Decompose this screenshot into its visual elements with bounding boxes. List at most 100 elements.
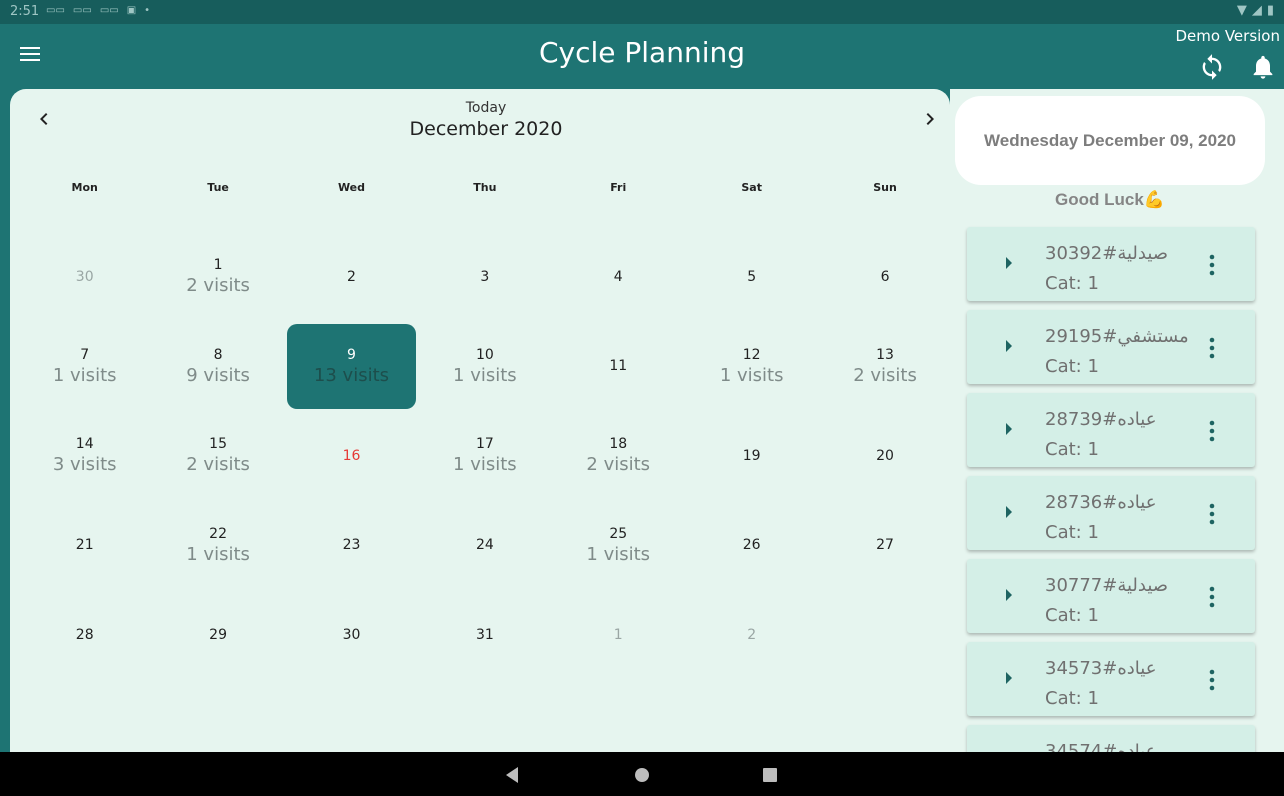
calendar-day-cell[interactable]: 18 2 visits	[554, 413, 683, 499]
day-number: 19	[742, 447, 761, 464]
visit-card[interactable]: عياده#28739 Cat: 1	[967, 393, 1255, 467]
day-number: 15	[209, 436, 227, 453]
calendar-day-cell[interactable]: 17 1 visits	[420, 413, 549, 499]
calendar-day-cell[interactable]: 30	[287, 592, 416, 678]
calendar-day-cell[interactable]: 12 visits	[153, 234, 282, 320]
visit-more-button[interactable]	[1200, 419, 1224, 443]
calendar-day-cell[interactable]: 2	[687, 592, 816, 678]
visit-list: صيدلية#30392 Cat: 1 مستشفي#29195 Cat: 1 عياد…	[967, 227, 1255, 752]
today-button[interactable]: Today	[10, 100, 950, 116]
back-button[interactable]	[500, 764, 524, 786]
play-visit-button[interactable]	[997, 666, 1021, 690]
calendar-day-cell[interactable]: 20	[820, 413, 949, 499]
page-title: Cycle Planning	[538, 36, 746, 69]
day-number: 6	[880, 268, 890, 285]
sync-button[interactable]	[1198, 53, 1226, 81]
visit-more-button[interactable]	[1200, 502, 1224, 526]
visit-more-button[interactable]	[1200, 253, 1224, 277]
more-vert-icon	[1209, 337, 1215, 359]
calendar-day-cell[interactable]: 24	[420, 503, 549, 589]
play-visit-button[interactable]	[997, 583, 1021, 607]
play-visit-button[interactable]	[997, 251, 1021, 275]
day-number: 10	[475, 346, 494, 363]
calendar-day-cell[interactable]: 4	[554, 234, 683, 320]
battery-icon: ▮	[1266, 3, 1274, 18]
calendar-day-cell[interactable]: 21	[20, 503, 149, 589]
calendar-day-cell[interactable]: 30	[20, 234, 149, 320]
status-bar: 2:51 ▭▭ ▭▭ ▭▭ ▣ • ▼ ◢ ▮	[0, 0, 1284, 24]
calendar-day-cell[interactable]: 16	[287, 413, 416, 499]
day-number: 22	[209, 525, 227, 542]
day-visit-count: 2 visits	[586, 454, 651, 476]
calendar-day-cell[interactable]: 14 3 visits	[20, 413, 149, 499]
calendar-day-cell[interactable]: 3	[420, 234, 549, 320]
chevron-right-icon	[926, 113, 934, 125]
play-visit-button[interactable]	[997, 334, 1021, 358]
weekday-label: Sun	[873, 181, 897, 194]
calendar-day-cell[interactable]: 29	[153, 592, 282, 678]
calendar-day-cell[interactable]: 10 1 visits	[420, 324, 549, 410]
visit-card[interactable]: مستشفي#29195 Cat: 1	[967, 310, 1255, 384]
visit-card[interactable]: صيدلية#30777 Cat: 1	[967, 559, 1255, 633]
calendar-day-cell[interactable]: 2	[287, 234, 416, 320]
visit-card[interactable]: صيدلية#30392 Cat: 1	[967, 227, 1255, 301]
notification-icon: ▭▭	[99, 5, 119, 16]
day-number: 30	[75, 268, 94, 285]
weekday-label: Sat	[741, 181, 762, 194]
play-visit-button[interactable]	[997, 500, 1021, 524]
next-month-button[interactable]	[918, 107, 942, 131]
visit-more-button[interactable]	[1200, 336, 1224, 360]
calendar-day-cell[interactable]: 71 visits	[20, 324, 149, 410]
system-nav-bar	[0, 752, 1284, 796]
weekday-header: Mon Tue Wed Thu Fri Sat Sun	[18, 181, 950, 194]
day-number: 4	[613, 268, 623, 285]
day-visit-count: 2 visits	[186, 275, 250, 297]
weekday-label: Fri	[610, 181, 627, 194]
calendar-day-cell[interactable]: 9 13 visits	[286, 323, 417, 409]
calendar-day-cell[interactable]: 11	[554, 324, 683, 410]
calendar-day-cell[interactable]: 12 1 visits	[687, 324, 816, 410]
calendar-day-cell[interactable]: 23	[287, 503, 416, 589]
home-button[interactable]	[630, 764, 654, 786]
play-arrow-icon	[1006, 340, 1012, 352]
play-arrow-icon	[1006, 423, 1012, 435]
calendar-day-cell[interactable]: 31	[420, 592, 549, 678]
visit-card[interactable]: عياده#34573 Cat: 1	[967, 642, 1255, 716]
signal-icon: ◢	[1251, 3, 1262, 18]
status-time: 2:51	[10, 4, 40, 19]
day-visit-count: 1 visits	[52, 364, 117, 386]
calendar-day-cell[interactable]: 26	[687, 503, 816, 589]
calendar-day-cell[interactable]: 27	[820, 503, 949, 589]
status-notification-icons: ▭▭ ▭▭ ▭▭ ▣ •	[46, 5, 150, 16]
calendar-day-cell[interactable]: 5	[687, 234, 816, 320]
calendar-day-cell[interactable]: 89 visits	[153, 324, 282, 410]
notification-icon: ▭▭	[72, 5, 92, 16]
calendar-day-cell[interactable]: 6	[820, 234, 949, 320]
calendar-day-cell[interactable]: 19	[687, 413, 816, 499]
calendar-day-cell[interactable]: 1	[554, 592, 683, 678]
visit-card[interactable]: عياده#28736 Cat: 1	[967, 476, 1255, 550]
play-visit-button[interactable]	[997, 417, 1021, 441]
visit-more-button[interactable]	[1200, 668, 1224, 692]
calendar-day-cell[interactable]: 22 1 visits	[153, 503, 282, 589]
more-vert-icon	[1209, 254, 1215, 276]
notifications-button[interactable]	[1249, 53, 1277, 81]
day-number: 21	[75, 537, 94, 554]
visit-name: صيدلية#30392	[1045, 243, 1169, 264]
day-visit-count: 1 visits	[453, 454, 517, 476]
day-number: 26	[742, 537, 761, 554]
recent-square-icon	[763, 768, 777, 782]
visit-card[interactable]: عياده#34574Cat: 1	[967, 725, 1255, 752]
more-vert-icon	[1209, 503, 1215, 525]
calendar-day-cell[interactable]: 28	[20, 592, 149, 678]
more-vert-icon	[1209, 586, 1215, 608]
day-number: 5	[747, 268, 757, 285]
calendar-day-cell[interactable]: 15 2 visits	[153, 413, 282, 499]
calendar-day-cell[interactable]: 25 1 visits	[554, 503, 683, 589]
day-visit-count: 2 visits	[853, 364, 917, 386]
calendar-day-cell[interactable]: 13 2 visits	[820, 324, 949, 410]
visit-more-button[interactable]	[1200, 585, 1224, 609]
day-visit-count: 1 visits	[453, 364, 517, 386]
recent-apps-button[interactable]	[758, 764, 782, 786]
day-number: 2	[747, 626, 757, 643]
